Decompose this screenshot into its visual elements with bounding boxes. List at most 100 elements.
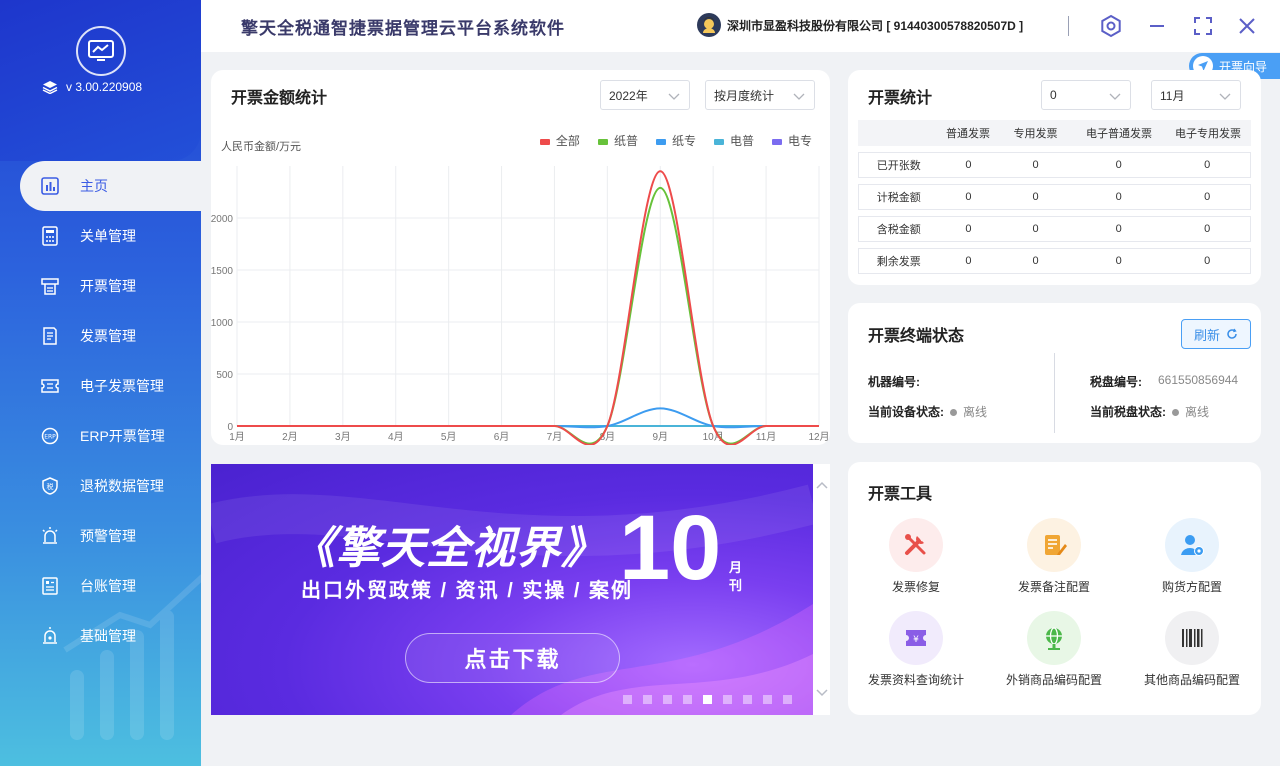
carousel-dot[interactable] (683, 695, 692, 704)
stats-table: 普通发票 专用发票 电子普通发票 电子专用发票 已开张数 0 0 0 0 计税金… (858, 120, 1251, 274)
scroll-up-button[interactable] (813, 476, 830, 496)
terminal-divider (1054, 353, 1055, 433)
tool-label: 其他商品编码配置 (1143, 673, 1240, 687)
svg-text:ERP: ERP (44, 434, 56, 441)
tool-invoice-query[interactable]: ¥ 发票资料查询统计 (861, 611, 971, 688)
status-dot-icon (950, 409, 957, 417)
sidebar-item-label: 台账管理 (80, 578, 136, 594)
carousel-dot[interactable] (703, 695, 712, 704)
carousel-dot[interactable] (663, 695, 672, 704)
carousel-dot[interactable] (783, 695, 792, 704)
svg-text:¥: ¥ (913, 635, 919, 645)
tool-other-code-config[interactable]: 其他商品编码配置 (1137, 611, 1247, 688)
device-status: 离线 (950, 403, 987, 420)
series-line (237, 407, 819, 429)
carousel-dot[interactable] (723, 695, 732, 704)
disk-status-label: 当前税盘状态: (1090, 405, 1166, 419)
machine-number-label: 机器编号: (868, 375, 920, 389)
globe-icon (1027, 611, 1081, 665)
layers-icon (42, 81, 58, 94)
table-row: 含税金额 0 0 0 0 (858, 216, 1251, 242)
sidebar-item-refund[interactable]: 税 退税数据管理 (20, 461, 201, 511)
terminal-card-title: 开票终端状态 (868, 328, 965, 345)
tool-invoice-repair[interactable]: 发票修复 (861, 518, 971, 595)
x-tick-label: 9月 (652, 431, 668, 443)
carousel-dot[interactable] (763, 695, 772, 704)
tool-invoice-note-config[interactable]: 发票备注配置 (999, 518, 1109, 595)
y-tick-label: 1500 (211, 266, 233, 277)
svg-text:税: 税 (47, 482, 54, 491)
settings-button[interactable] (1099, 14, 1123, 38)
header-divider (1068, 16, 1069, 36)
repair-icon (889, 518, 943, 572)
close-button[interactable] (1235, 14, 1259, 38)
sidebar-item-label: 发票管理 (80, 328, 136, 344)
banner-download-button[interactable]: 点击下载 (405, 633, 620, 683)
x-tick-label: 1月 (229, 431, 245, 443)
settings-alarm-icon (40, 626, 60, 646)
refresh-icon (1227, 328, 1237, 339)
sidebar-item-warning[interactable]: 预警管理 (20, 511, 201, 561)
sidebar-item-label: 退税数据管理 (80, 478, 164, 494)
sidebar-item-label: 电子发票管理 (80, 378, 164, 394)
carousel-dot[interactable] (743, 695, 752, 704)
tool-buyer-config[interactable]: 购货方配置 (1137, 518, 1247, 595)
x-tick-label: 11月 (756, 431, 776, 443)
sidebar-item-label: 主页 (80, 178, 108, 194)
amount-statistics-card: 开票金额统计 2022年 按月度统计 人民币金额/万元 全部 纸普 纸专 电普 … (211, 70, 830, 445)
x-tick-label: 5月 (441, 431, 457, 443)
stats-select-a[interactable]: 0 (1041, 80, 1131, 110)
sidebar: v 3.00.220908 主页 关单管理 开票管理 发票管理 电子发票管理 E… (0, 0, 201, 766)
table-row: 已开张数 0 0 0 0 (858, 152, 1251, 178)
refresh-button[interactable]: 刷新 (1181, 319, 1251, 349)
tool-export-code-config[interactable]: 外销商品编码配置 (999, 611, 1109, 688)
sidebar-item-label: 预警管理 (80, 528, 136, 544)
sidebar-item-ledger[interactable]: 台账管理 (20, 561, 201, 611)
chevron-down-icon (815, 689, 828, 697)
sidebar-item-customs[interactable]: 关单管理 (20, 211, 201, 261)
invoice-statistics-card: 开票统计 0 11月 普通发票 专用发票 电子普通发票 电子专用发票 已开张数 … (848, 70, 1261, 285)
amount-line-chart: 05001000150020001月 2月 3月 4月 5月 6月 7月 8月 9月 10月 11月… (211, 166, 830, 445)
tool-label: 发票备注配置 (1017, 580, 1090, 594)
erp-icon: ERP (40, 426, 60, 446)
y-tick-label: 1000 (211, 318, 233, 329)
gear-icon (1101, 14, 1121, 38)
sidebar-item-home[interactable]: 主页 (20, 161, 201, 211)
sidebar-item-label: 基础管理 (80, 628, 136, 644)
banner-issue-number: 10 (619, 497, 722, 599)
scroll-down-button[interactable] (813, 682, 830, 702)
status-dot-icon (1172, 409, 1179, 417)
disk-status: 离线 (1172, 403, 1209, 420)
table-header: 普通发票 专用发票 电子普通发票 电子专用发票 (858, 120, 1251, 146)
x-tick-label: 2月 (282, 431, 298, 443)
stats-month-select-value: 11月 (1160, 88, 1185, 103)
series-line (237, 170, 819, 445)
carousel-dot[interactable] (623, 695, 632, 704)
tool-label: 外销商品编码配置 (1005, 673, 1102, 687)
chevron-down-icon (1109, 93, 1121, 100)
shield-icon: 税 (40, 476, 60, 496)
promo-banner[interactable]: 《擎天全视界》 10 月刊 出口外贸政策 / 资讯 / 实操 / 案例 点击下载 (211, 464, 813, 715)
title-bar: 擎天全税通智捷票据管理云平台系统软件 深圳市显盈科技股份有限公司 [ 91440… (201, 0, 1280, 52)
x-tick-label: 6月 (494, 431, 510, 443)
user-settings-icon (1165, 518, 1219, 572)
minimize-button[interactable] (1145, 14, 1169, 38)
maximize-button[interactable] (1191, 14, 1215, 38)
sidebar-item-issue[interactable]: 开票管理 (20, 261, 201, 311)
carousel-dot[interactable] (643, 695, 652, 704)
table-row: 剩余发票 0 0 0 0 (858, 248, 1251, 274)
logo-monitor-icon (76, 26, 126, 76)
sidebar-item-e-invoice[interactable]: 电子发票管理 (20, 361, 201, 411)
sidebar-item-invoice[interactable]: 发票管理 (20, 311, 201, 361)
sidebar-nav: 主页 关单管理 开票管理 发票管理 电子发票管理 ERP ERP开票管理 税 退… (20, 161, 201, 661)
tool-label: 购货方配置 (1161, 580, 1222, 594)
chevron-up-icon (815, 481, 828, 489)
stats-month-select[interactable]: 11月 (1151, 80, 1241, 110)
series-line (237, 186, 819, 445)
carousel-indicators (623, 695, 792, 704)
x-tick-label: 4月 (388, 431, 404, 443)
sidebar-item-basic[interactable]: 基础管理 (20, 611, 201, 661)
sidebar-header: v 3.00.220908 (0, 0, 201, 161)
sidebar-item-erp[interactable]: ERP ERP开票管理 (20, 411, 201, 461)
avatar-icon (697, 13, 721, 37)
